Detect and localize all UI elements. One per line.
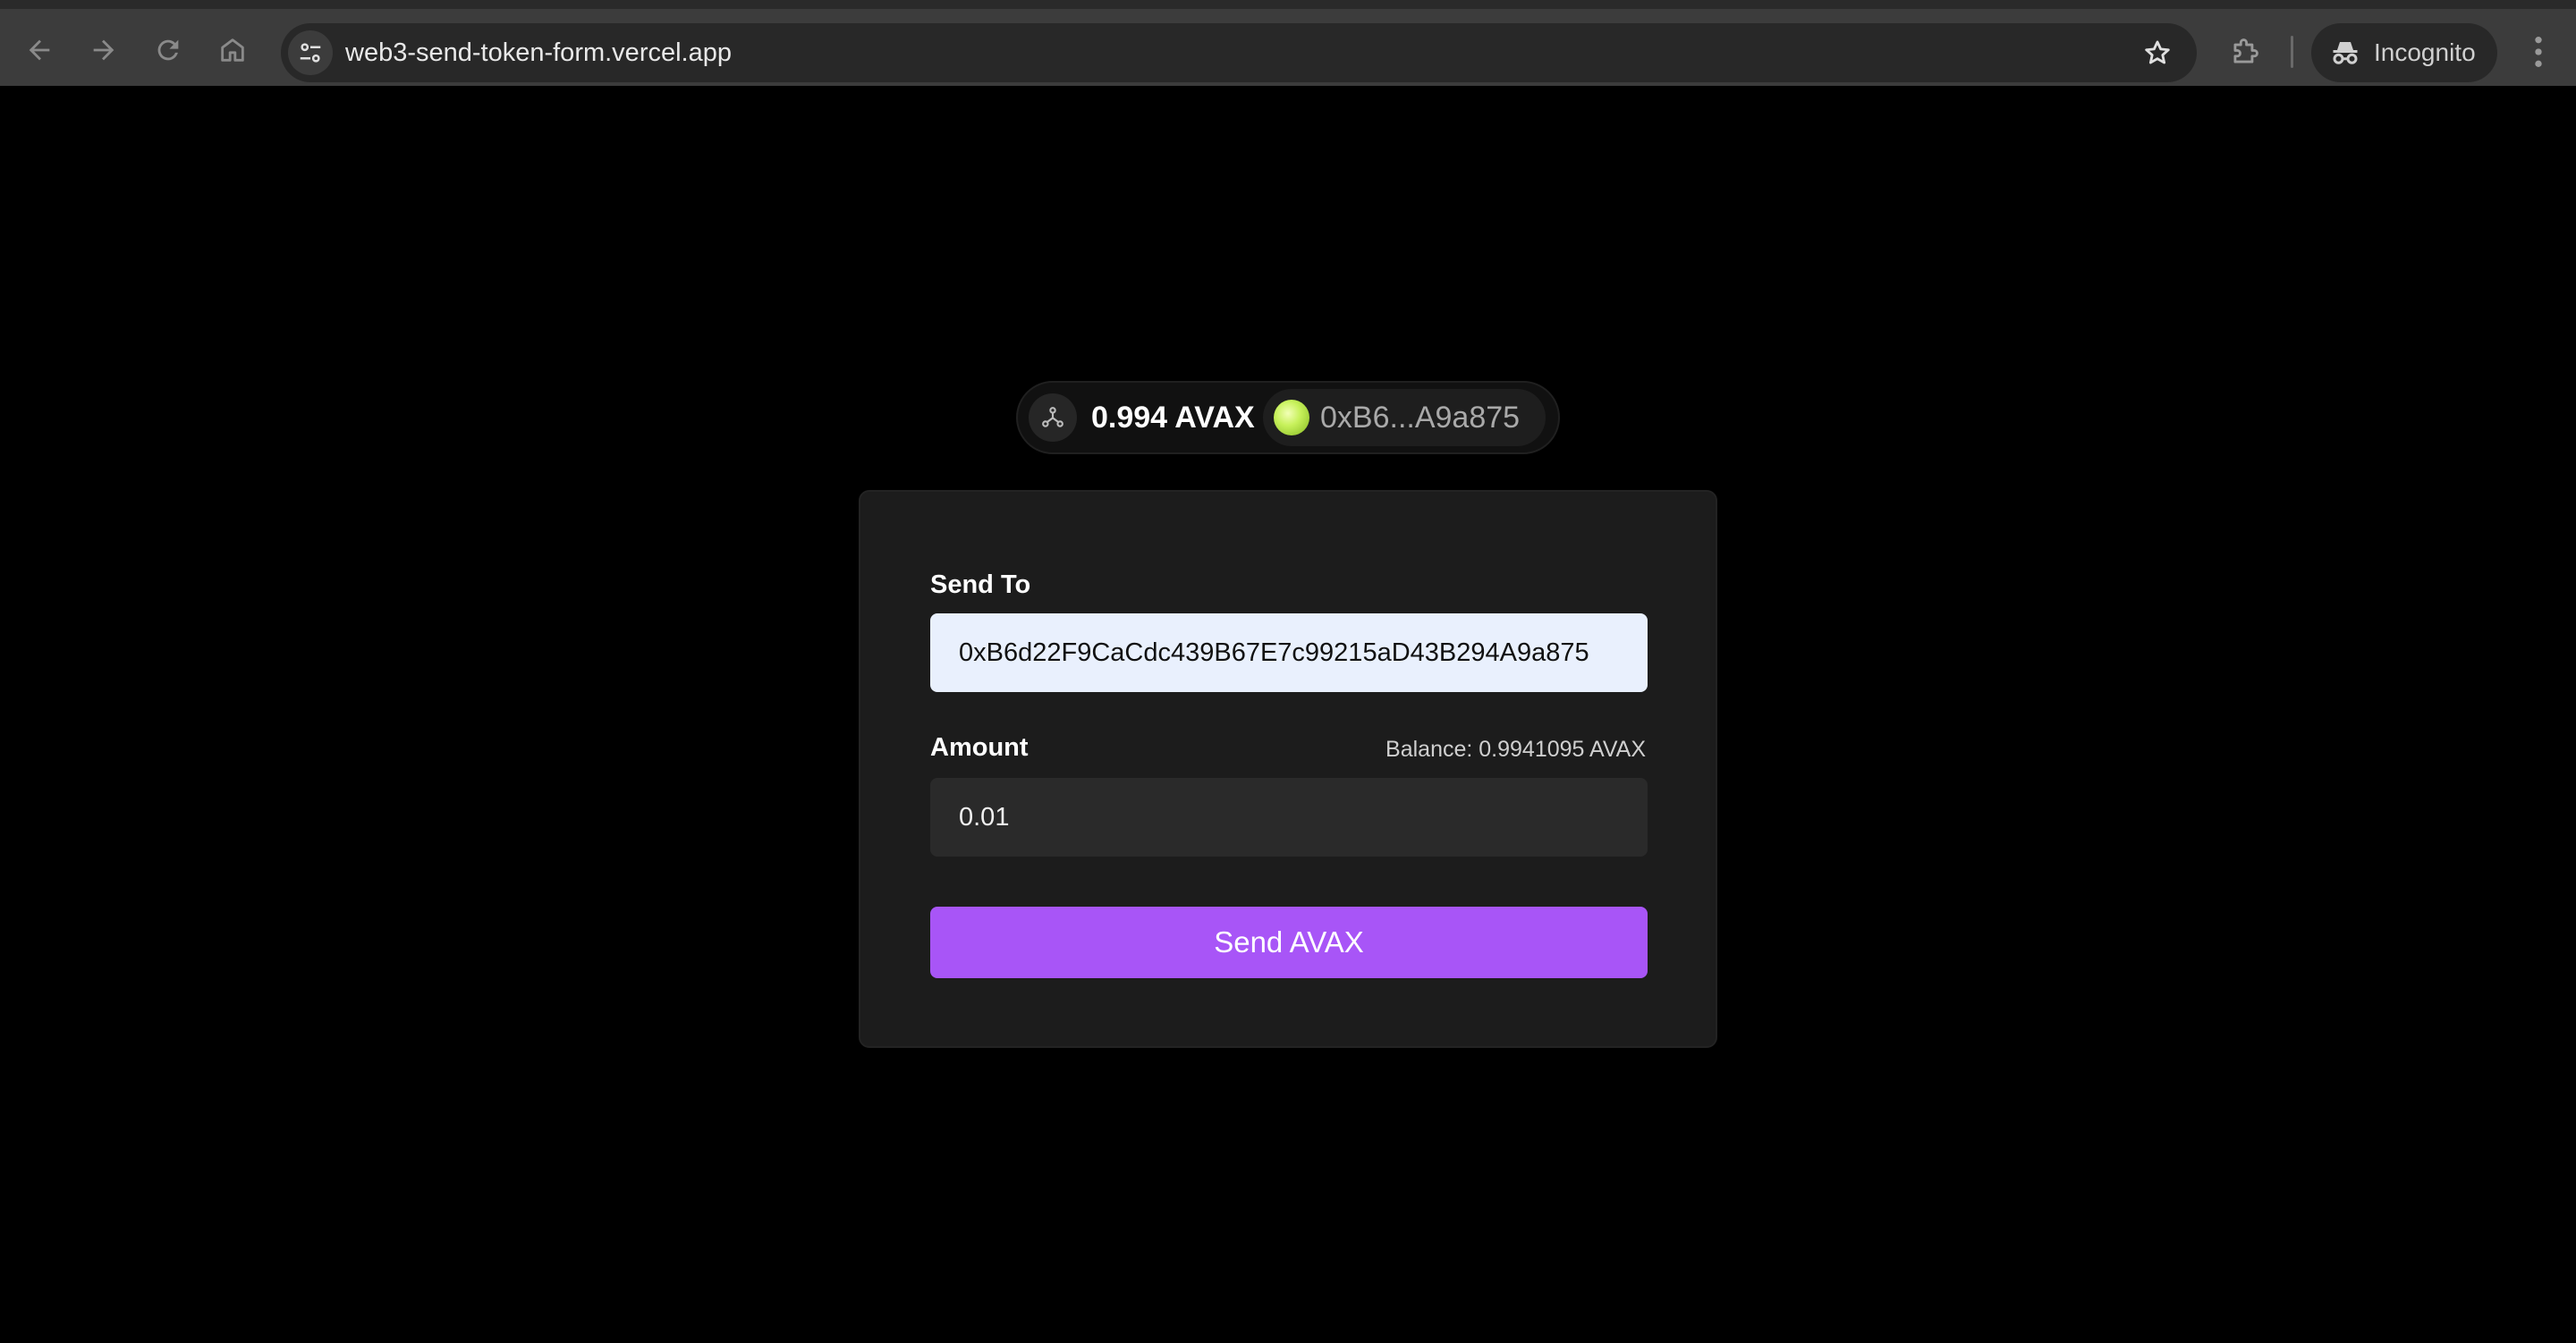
- bookmark-button[interactable]: [2136, 31, 2179, 74]
- incognito-label: Incognito: [2374, 38, 2476, 66]
- account-button[interactable]: 0xB6...A9a875: [1263, 389, 1546, 446]
- reload-icon: [157, 39, 179, 61]
- reload-button[interactable]: [145, 27, 191, 73]
- star-icon: [2145, 40, 2170, 64]
- amount-label: Amount: [930, 733, 1029, 762]
- browser-toolbar: web3-send-token-form.vercel.app Incognit…: [0, 0, 2576, 86]
- send-button[interactable]: Send AVAX: [930, 907, 1648, 978]
- extensions-button[interactable]: [2220, 27, 2270, 77]
- back-button[interactable]: [16, 27, 63, 73]
- toolbar-divider: [2291, 36, 2293, 68]
- kebab-menu-icon: [2535, 37, 2542, 67]
- forward-button[interactable]: [80, 27, 127, 73]
- tune-icon: [300, 43, 321, 63]
- network-selector[interactable]: [1029, 393, 1077, 442]
- address-bar[interactable]: web3-send-token-form.vercel.app: [281, 23, 2197, 82]
- arrow-left-icon: [29, 39, 50, 61]
- recipient-address-input[interactable]: [930, 613, 1648, 692]
- home-icon: [221, 38, 244, 62]
- connect-wallet-button[interactable]: 0.994 AVAX 0xB6...A9a875: [1016, 381, 1560, 454]
- send-to-label: Send To: [930, 570, 1031, 599]
- site-info-button[interactable]: [288, 30, 333, 75]
- wallet-address: 0xB6...A9a875: [1320, 401, 1521, 435]
- incognito-icon: [2333, 42, 2358, 64]
- browser-menu-button[interactable]: [2515, 27, 2562, 77]
- wallet-balance: 0.994 AVAX: [1091, 401, 1255, 435]
- url-text[interactable]: web3-send-token-form.vercel.app: [345, 23, 732, 82]
- avatar: [1274, 400, 1309, 435]
- incognito-badge[interactable]: Incognito: [2311, 23, 2497, 82]
- puzzle-icon: [2233, 38, 2258, 63]
- amount-input[interactable]: [930, 778, 1648, 857]
- avalanche-network-icon: [1042, 407, 1063, 427]
- arrow-right-icon: [93, 39, 114, 61]
- home-button[interactable]: [209, 27, 256, 73]
- balance-hint: Balance: 0.9941095 AVAX: [1385, 737, 1646, 762]
- send-token-form: Send To Amount Balance: 0.9941095 AVAX S…: [859, 490, 1717, 1048]
